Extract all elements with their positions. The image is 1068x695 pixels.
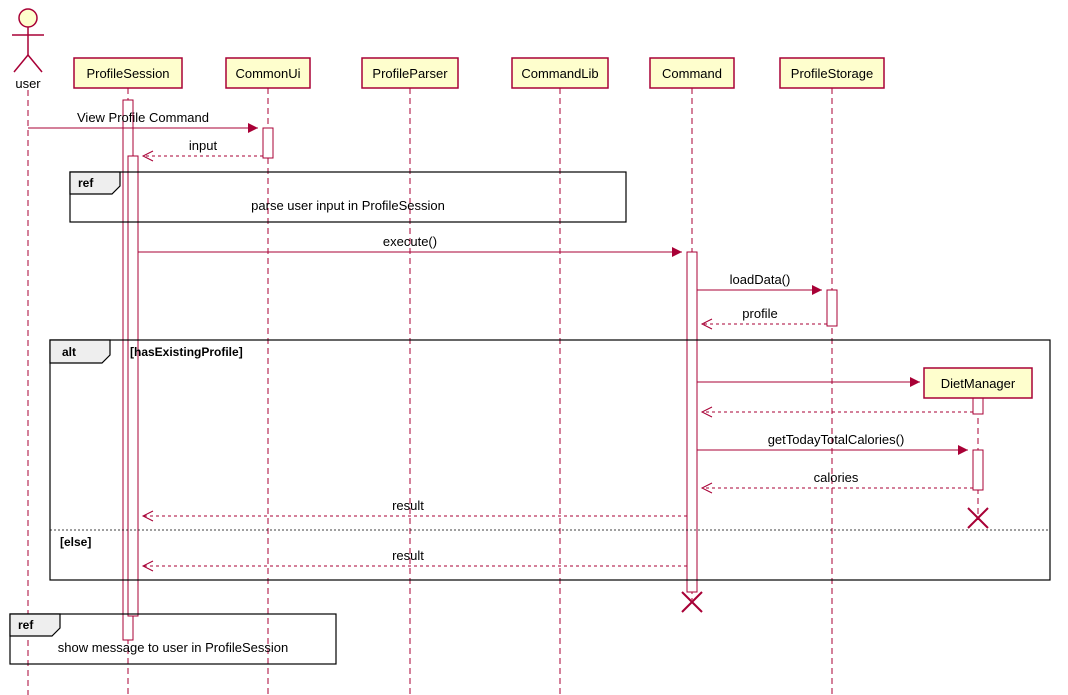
msg-view-profile-command-label: View Profile Command [77,110,209,125]
svg-text:CommandLib: CommandLib [521,66,598,81]
participant-profilesession: ProfileSession [74,58,182,88]
svg-text:ProfileSession: ProfileSession [86,66,169,81]
svg-text:Command: Command [662,66,722,81]
fragment-ref-parse: ref parse user input in ProfileSession [70,172,626,222]
participant-profileparser: ProfileParser [362,58,458,88]
msg-execute-label: execute() [383,234,437,249]
actor-label: user [15,76,41,91]
svg-text:show message to user in Profil: show message to user in ProfileSession [58,640,289,655]
msg-result-2-label: result [392,548,424,563]
activation-profilestorage [827,290,837,326]
svg-text:ref: ref [78,176,94,190]
svg-text:CommonUi: CommonUi [235,66,300,81]
svg-text:parse user input in ProfileSes: parse user input in ProfileSession [251,198,445,213]
msg-calories-label: calories [814,470,859,485]
activation-commonui [263,128,273,158]
activation-profilesession-nested [128,156,138,616]
participant-profilestorage: ProfileStorage [780,58,884,88]
participant-commandlib: CommandLib [512,58,608,88]
activation-dietmanager-1 [973,398,983,414]
destroy-command [682,592,702,612]
svg-text:[else]: [else] [60,535,91,549]
fragment-ref-showmessage: ref show message to user in ProfileSessi… [10,614,336,664]
msg-profile-label: profile [742,306,777,321]
msg-input-label: input [189,138,218,153]
participant-command: Command [650,58,734,88]
activation-dietmanager-2 [973,450,983,490]
svg-text:[hasExistingProfile]: [hasExistingProfile] [130,345,243,359]
participant-commonui: CommonUi [226,58,310,88]
svg-text:ProfileStorage: ProfileStorage [791,66,873,81]
fragment-alt: alt [hasExistingProfile] [else] [50,340,1050,580]
svg-text:ref: ref [18,618,34,632]
actor-user: user [12,9,44,91]
svg-text:alt: alt [62,345,76,359]
svg-text:ProfileParser: ProfileParser [372,66,448,81]
msg-loaddata-label: loadData() [730,272,791,287]
svg-text:DietManager: DietManager [941,376,1016,391]
msg-result-1-label: result [392,498,424,513]
participant-dietmanager: DietManager [924,368,1032,398]
activation-command [687,252,697,592]
msg-gettodaytotalcalories-label: getTodayTotalCalories() [768,432,905,447]
